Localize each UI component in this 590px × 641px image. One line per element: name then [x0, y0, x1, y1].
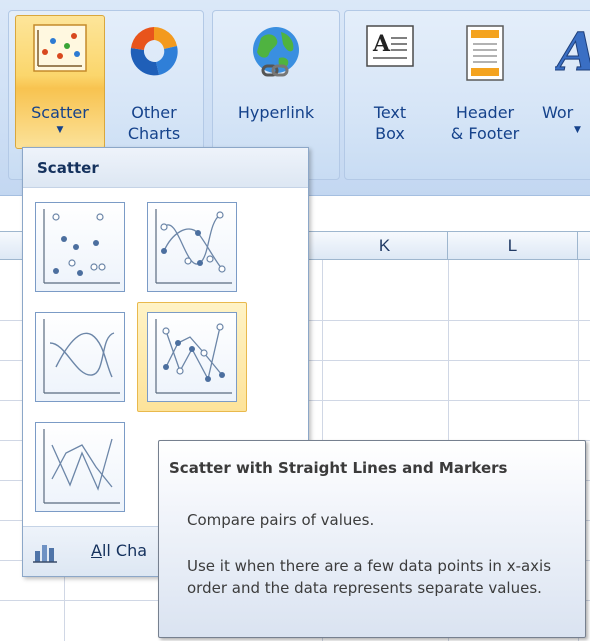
scatter-straight-lines-option[interactable]: [25, 412, 135, 522]
scatter-markers-only-icon: [43, 209, 120, 284]
all-charts-icon: [33, 541, 57, 567]
wordart-label: Wor: [542, 103, 574, 122]
tooltip-title: Scatter with Straight Lines and Markers: [169, 459, 508, 477]
chart-type-tooltip: Scatter with Straight Lines and Markers …: [158, 440, 586, 638]
scatter-label: Scatter: [31, 103, 89, 122]
wordart-icon: A: [552, 22, 590, 84]
column-header-k[interactable]: K: [322, 232, 448, 260]
scatter-markers-only-option[interactable]: [25, 192, 135, 302]
scatter-button[interactable]: Scatter ▼: [15, 15, 105, 149]
header-footer-label-line1: Header: [455, 103, 515, 122]
text-box-icon: A: [365, 24, 415, 72]
chevron-down-icon: ▼: [574, 125, 581, 135]
scatter-smooth-lines-markers-option[interactable]: [137, 192, 247, 302]
chevron-down-icon: ▼: [56, 125, 64, 135]
tooltip-detail: Use it when there are a few data points …: [187, 557, 552, 597]
all-charts-label-accel: A: [91, 541, 102, 560]
header-footer-button[interactable]: Header & Footer: [433, 15, 537, 149]
gallery-title: Scatter: [23, 148, 308, 188]
header-footer-icon: [465, 24, 505, 86]
scatter-smooth-lines-option[interactable]: [25, 302, 135, 412]
globe-link-icon: [249, 24, 303, 86]
scatter-straight-lines-markers-icon: [155, 319, 232, 394]
scatter-chart-icon: [33, 24, 87, 76]
tooltip-description: Compare pairs of values.: [187, 511, 375, 529]
svg-text:A: A: [555, 24, 590, 78]
donut-chart-icon: [126, 24, 182, 82]
scatter-smooth-lines-markers-icon: [155, 209, 232, 284]
other-charts-label-line1: Other: [131, 103, 177, 122]
text-group: A Text Box Header & Footer Wor ▼: [344, 10, 590, 180]
text-box-label-line2: Box: [375, 124, 405, 143]
scatter-straight-lines-markers-option[interactable]: [137, 302, 247, 412]
svg-text:A: A: [372, 31, 391, 57]
scatter-straight-lines-icon: [43, 429, 120, 504]
all-charts-label: ll Cha: [101, 541, 148, 560]
wordart-button[interactable]: A Wor ▼: [539, 15, 590, 149]
hyperlink-label: Hyperlink: [237, 103, 315, 122]
column-header-l[interactable]: L: [448, 232, 578, 260]
other-charts-label-line2: Charts: [127, 124, 181, 143]
text-box-button[interactable]: A Text Box: [349, 15, 431, 149]
other-charts-button[interactable]: Other Charts▼: [109, 15, 199, 159]
hyperlink-button[interactable]: Hyperlink: [217, 15, 335, 149]
header-footer-label-line2: & Footer: [450, 124, 520, 143]
scatter-smooth-lines-icon: [43, 319, 120, 394]
text-box-label-line1: Text: [373, 103, 407, 122]
